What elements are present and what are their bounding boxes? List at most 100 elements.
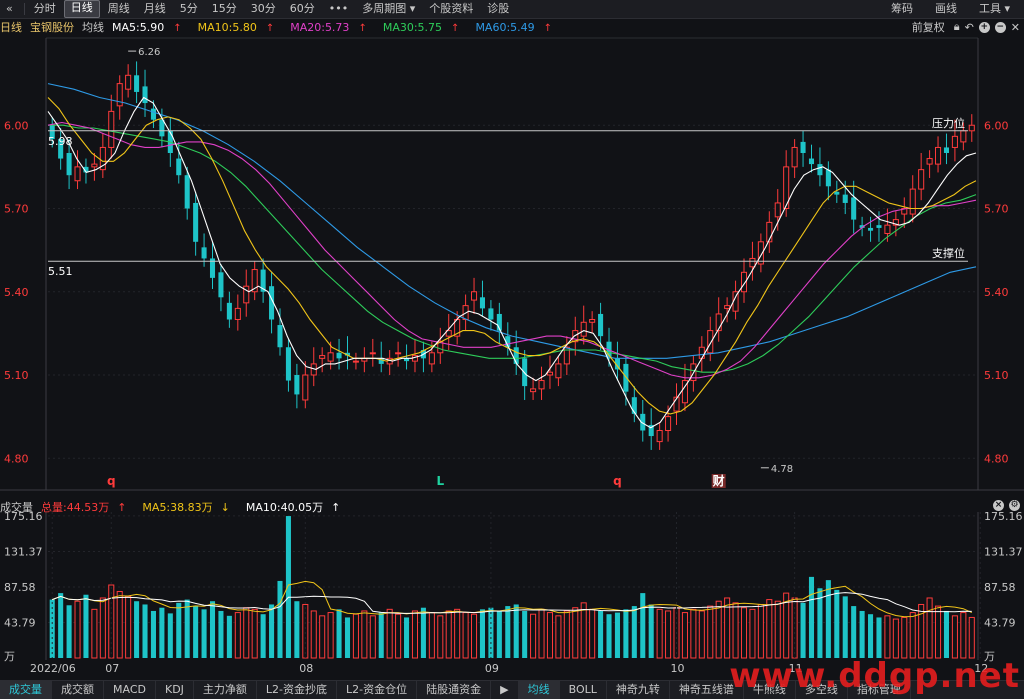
tab-bull-bear[interactable]: 牛熊线 [744, 681, 796, 699]
tab-macd[interactable]: MACD [104, 681, 156, 699]
level-value-label: 5.51 [48, 265, 73, 278]
volume-bar [825, 580, 831, 658]
candle-body [285, 347, 291, 381]
tab-boll[interactable]: BOLL [560, 681, 607, 699]
volume-bar [91, 608, 98, 659]
candle-body [800, 141, 806, 153]
stock-profile-button[interactable]: 个股资料 [423, 1, 479, 17]
volume-bar [859, 610, 865, 658]
volume-bar [83, 594, 89, 658]
candle-body [184, 175, 190, 209]
candle-body [935, 146, 942, 165]
candle-body [909, 188, 916, 215]
tab-indicator-manage[interactable]: 指标管理 [848, 681, 911, 699]
settings-icon[interactable]: ⚙ [1009, 500, 1020, 511]
candle-body [546, 371, 553, 376]
candle-body [294, 375, 300, 395]
volume-bar [352, 613, 359, 659]
candle-body [176, 158, 182, 176]
volume-bar [260, 614, 266, 658]
tab-weekly[interactable]: 周线 [102, 1, 136, 17]
volume-bar [150, 610, 156, 658]
volume-bar [960, 612, 967, 659]
diagnose-button[interactable]: 诊股 [481, 1, 515, 17]
volume-bar [428, 612, 435, 659]
chips-button[interactable]: 筹码 [885, 1, 919, 17]
dropdown-arrow-icon: ▾ [1004, 2, 1010, 15]
volume-tick-right: 87.58 [984, 581, 1016, 594]
close-panel-icon[interactable]: × [993, 500, 1004, 511]
price-tick-left: 6.00 [4, 119, 29, 132]
tab-l2-bottom[interactable]: L2-资金抄底 [257, 681, 338, 699]
event-marker: q [613, 474, 622, 488]
volume-ma10: MA10:40.05万 ↑ [246, 499, 348, 515]
tab-minute[interactable]: 分时 [28, 1, 62, 17]
tab-15min[interactable]: 15分 [206, 1, 243, 17]
volume-bar [454, 608, 461, 659]
candle-body [201, 247, 207, 259]
tab-ma[interactable]: 均线 [518, 681, 560, 699]
candle-body [749, 257, 756, 268]
event-marker: 财 [712, 473, 725, 488]
volume-ma10-line [52, 592, 972, 614]
volume-total: 总量:44.53万 ↑ [41, 499, 134, 515]
volume-bar [251, 608, 258, 659]
annotation-label: 6.26 [138, 47, 160, 58]
volume-bar [184, 599, 190, 658]
volume-bar [665, 610, 672, 659]
toolbar-right: 筹码 画线 工具 ▾ [877, 0, 1018, 18]
multi-period-label: 多周期图 [362, 2, 407, 15]
back-icon[interactable]: « [0, 1, 19, 17]
volume-bar [555, 615, 562, 659]
kline-chart[interactable]: 4.80 4.80 5.10 5.10 5.40 5.40 5.70 5.70 6.00 6.00… [0, 18, 1024, 680]
tab-monthly[interactable]: 月线 [138, 1, 172, 17]
volume-bar [285, 516, 291, 658]
volume-bar [909, 612, 916, 659]
tab-magic-nine[interactable]: 神奇九转 [607, 681, 670, 699]
volume-bar [201, 609, 207, 658]
tools-menu[interactable]: 工具 ▾ [973, 1, 1016, 17]
volume-bar [648, 604, 654, 658]
volume-bar [951, 615, 958, 659]
volume-bar [209, 601, 216, 658]
tab-l2-position[interactable]: L2-资金仓位 [337, 681, 418, 699]
tab-more-arrow[interactable]: ▶ [491, 681, 519, 699]
draw-line-button[interactable]: 画线 [929, 1, 963, 17]
tab-5min[interactable]: 5分 [174, 1, 204, 17]
tab-northbound[interactable]: 陆股通资金 [417, 681, 492, 699]
candle-body [808, 158, 815, 165]
volume-bar [167, 613, 173, 658]
tab-daily[interactable]: 日线 [63, 0, 100, 18]
price-tick-left: 5.10 [4, 369, 29, 382]
tab-magic-five[interactable]: 神奇五线谱 [670, 681, 744, 699]
candle-body [791, 146, 798, 168]
volume-bar [851, 606, 857, 658]
tab-turnover[interactable]: 成交额 [52, 681, 104, 699]
candle-body [395, 352, 402, 355]
volume-bar [732, 602, 739, 659]
volume-bar [193, 606, 199, 658]
candle-body [834, 191, 840, 195]
candle-body [352, 360, 359, 363]
more-periods-button[interactable]: ••• [323, 1, 354, 17]
tab-long-short[interactable]: 多空线 [796, 681, 848, 699]
tab-kdj[interactable]: KDJ [156, 681, 194, 699]
tab-volume[interactable]: 成交量 [0, 681, 52, 699]
candle-body [960, 130, 967, 143]
volume-controls: × ⚙ [993, 500, 1020, 511]
volume-bar [774, 600, 781, 659]
ma60-line [47, 83, 977, 359]
tools-label: 工具 [978, 2, 1001, 15]
tab-main-net[interactable]: 主力净额 [194, 681, 257, 699]
volume-bar [530, 613, 537, 659]
tab-30min[interactable]: 30分 [245, 1, 282, 17]
tab-60min[interactable]: 60分 [284, 1, 321, 17]
candle-body [277, 325, 283, 348]
multi-period-dropdown[interactable]: 多周期图 ▾ [356, 1, 421, 17]
volume-bar [134, 601, 140, 658]
candle-body [74, 166, 81, 182]
candle-body [656, 430, 663, 443]
volume-title[interactable]: 成交量 [0, 499, 33, 515]
candle-body [555, 363, 562, 379]
candle-body [142, 86, 148, 104]
